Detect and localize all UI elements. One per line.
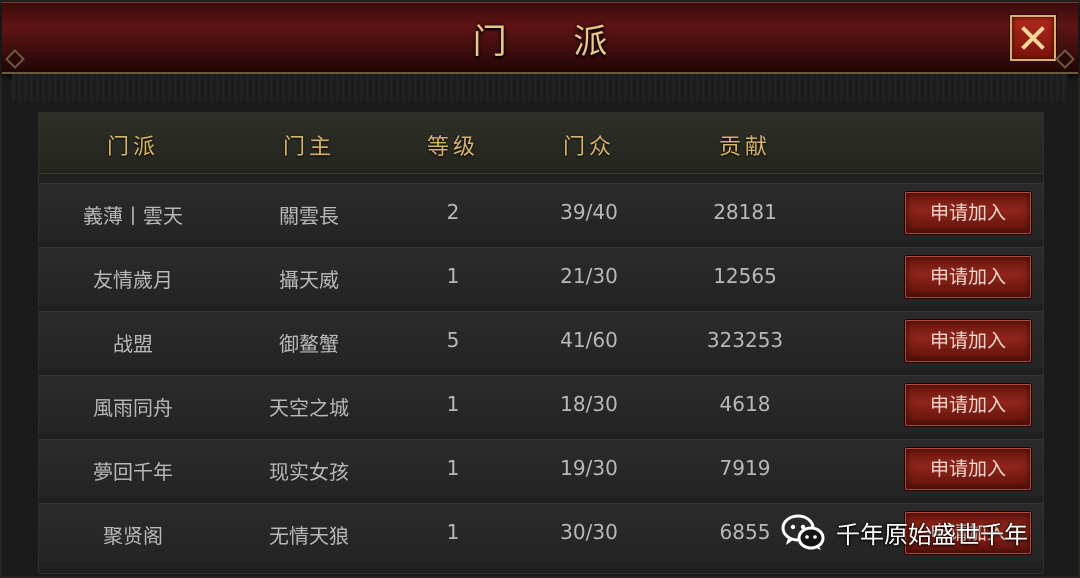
join-button[interactable]: 申请加入 [905, 256, 1031, 298]
table-row: 風雨同舟 天空之城 1 18/30 4618 申请加入 [39, 375, 1043, 434]
title-bar: 门 派 [2, 2, 1078, 74]
members: 30/30 [560, 520, 618, 544]
members: 19/30 [560, 456, 618, 480]
watermark: 千年原始盛世千年 [780, 506, 1028, 558]
members: 41/60 [560, 328, 618, 352]
members: 18/30 [560, 392, 618, 416]
window-title: 门 派 [472, 22, 636, 62]
contribution: 4618 [719, 392, 771, 416]
wechat-icon [781, 514, 825, 550]
sect-name: 聚贤阁 [103, 524, 163, 548]
join-button[interactable]: 申请加入 [905, 384, 1031, 426]
header-members: 门众 [562, 135, 615, 160]
join-button[interactable]: 申请加入 [905, 448, 1031, 490]
sect-window: 门 派 门派 门主 等级 门众 贡献 義薄丨雲天 關雲長 2 39/40 281… [0, 0, 1080, 578]
table-header: 门派 门主 等级 门众 贡献 [39, 113, 1043, 174]
members: 39/40 [560, 200, 618, 224]
sect-name: 夢回千年 [93, 460, 173, 484]
members: 21/30 [560, 264, 618, 288]
contribution: 7919 [719, 456, 771, 480]
decorative-band [12, 74, 1068, 102]
join-button[interactable]: 申请加入 [905, 320, 1031, 362]
table-row: 義薄丨雲天 關雲長 2 39/40 28181 申请加入 [39, 183, 1043, 242]
sect-name: 風雨同舟 [93, 396, 173, 420]
close-button[interactable] [1010, 15, 1056, 61]
join-button[interactable]: 申请加入 [905, 192, 1031, 234]
header-sect: 门派 [106, 135, 159, 160]
header-level: 等级 [426, 135, 479, 160]
close-icon [1021, 26, 1045, 50]
table-row: 夢回千年 现实女孩 1 19/30 7919 申请加入 [39, 439, 1043, 498]
sect-table: 门派 门主 等级 门众 贡献 義薄丨雲天 關雲長 2 39/40 28181 申… [38, 112, 1044, 574]
sect-name: 義薄丨雲天 [83, 204, 183, 228]
contribution: 323253 [706, 328, 784, 352]
sect-name: 战盟 [113, 332, 153, 356]
contribution: 28181 [713, 200, 777, 224]
header-contribution: 贡献 [718, 135, 771, 160]
watermark-text: 千年原始盛世千年 [836, 520, 1028, 549]
table-row: 友情歲月 攝天威 1 21/30 12565 申请加入 [39, 247, 1043, 306]
table-row: 战盟 御鳌蟹 5 41/60 323253 申请加入 [39, 311, 1043, 370]
sect-name: 友情歲月 [93, 268, 173, 292]
contribution: 12565 [713, 264, 777, 288]
header-leader: 门主 [282, 135, 335, 160]
